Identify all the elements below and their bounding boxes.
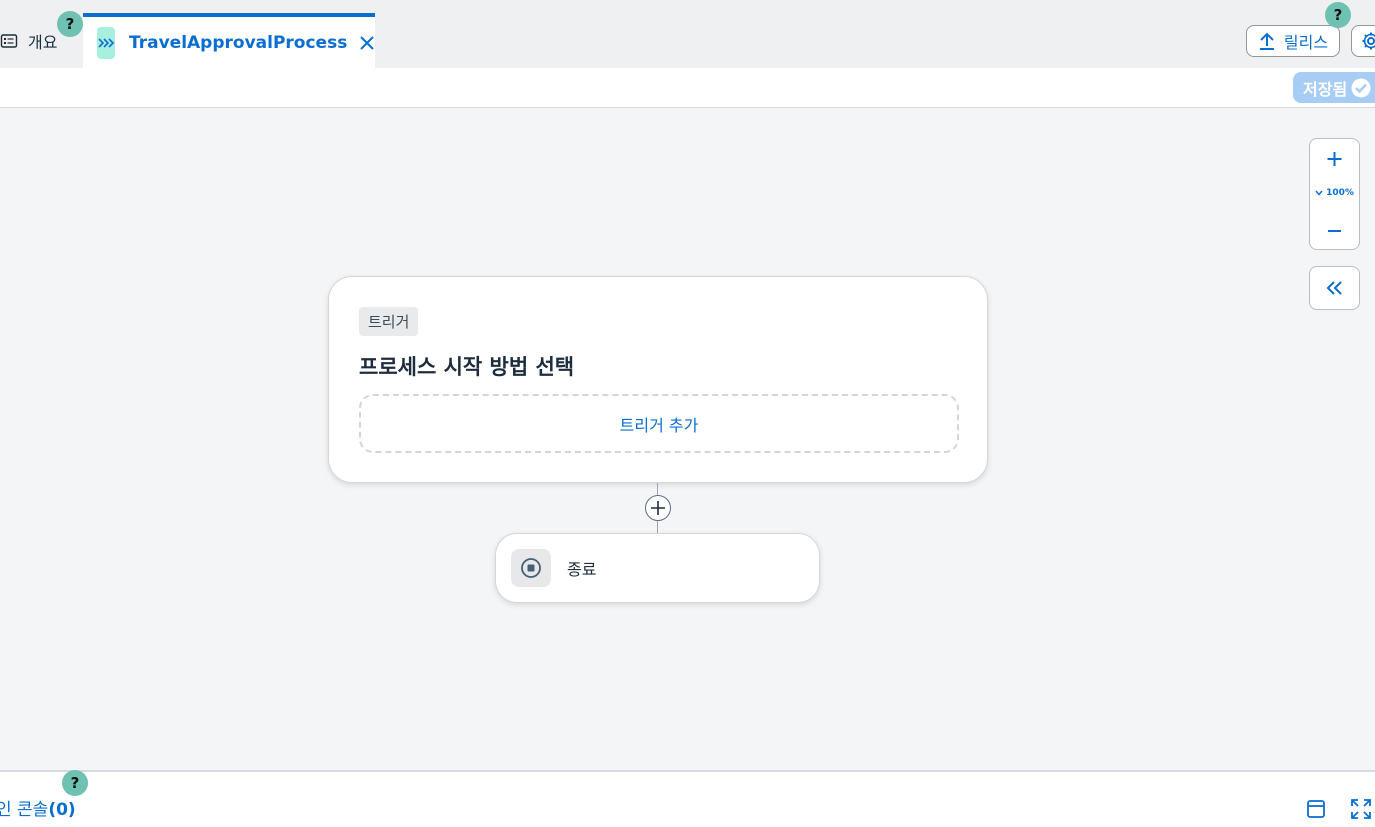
fullscreen-button[interactable] [1350,798,1372,820]
help-hint-badge[interactable]: ? [57,11,83,37]
minus-icon [1328,230,1341,232]
check-circle-icon [1351,78,1371,97]
release-button[interactable]: 릴리스 [1246,25,1340,57]
tab-overview-label: 개요 [28,33,58,52]
help-hint-badge[interactable]: ? [1325,2,1351,28]
close-icon [360,35,375,50]
zoom-level-value: 100% [1326,188,1354,198]
end-node-label: 종료 [567,560,597,579]
zoom-level-dropdown[interactable]: 100% [1310,183,1359,203]
console-bar [0,772,1375,827]
stop-icon [511,549,551,587]
zoom-in-button[interactable] [1310,141,1359,177]
zoom-controls: 100% [1309,138,1360,250]
chevrons-right-icon [98,37,115,48]
trigger-title: 프로세스 시작 방법 선택 [359,355,575,379]
console-toggle[interactable]: 인 콘솔(0) [0,795,76,820]
collapse-panel-button[interactable] [1309,266,1360,310]
plus-icon [651,501,665,515]
help-hint-badge[interactable]: ? [62,770,88,796]
trigger-card[interactable]: 트리거 프로세스 시작 방법 선택 트리거 추가 [328,276,988,483]
panel-icon [1307,800,1325,818]
zoom-out-button[interactable] [1310,213,1359,249]
double-chevron-left-icon [1326,281,1342,295]
plus-icon [1327,152,1342,166]
upload-icon [1259,32,1274,50]
release-label: 릴리스 [1283,33,1329,52]
add-trigger-button[interactable]: 트리거 추가 [359,394,959,453]
saved-status-badge: 저장됨 [1293,72,1375,103]
console-label: 인 콘솔 [0,800,49,820]
process-icon [97,26,115,59]
add-step-button[interactable] [645,495,671,521]
chevron-down-icon [1315,190,1323,196]
saved-label: 저장됨 [1303,79,1348,99]
gear-icon [1362,32,1375,50]
close-tab-button[interactable] [359,35,375,51]
list-document-icon [0,34,18,48]
tab-active-label: TravelApprovalProcess [129,32,348,53]
expand-icon [1351,799,1371,819]
end-node[interactable]: 종료 [495,533,820,603]
tab-travel-approval-process[interactable]: TravelApprovalProcess [83,13,375,68]
tab-overview[interactable]: 개요 [0,26,57,56]
settings-button[interactable] [1351,25,1375,57]
console-count: (0) [48,800,76,820]
trigger-tag: 트리거 [359,307,419,336]
dock-panel-button[interactable] [1305,798,1327,820]
editor-toolbar [0,68,1375,108]
